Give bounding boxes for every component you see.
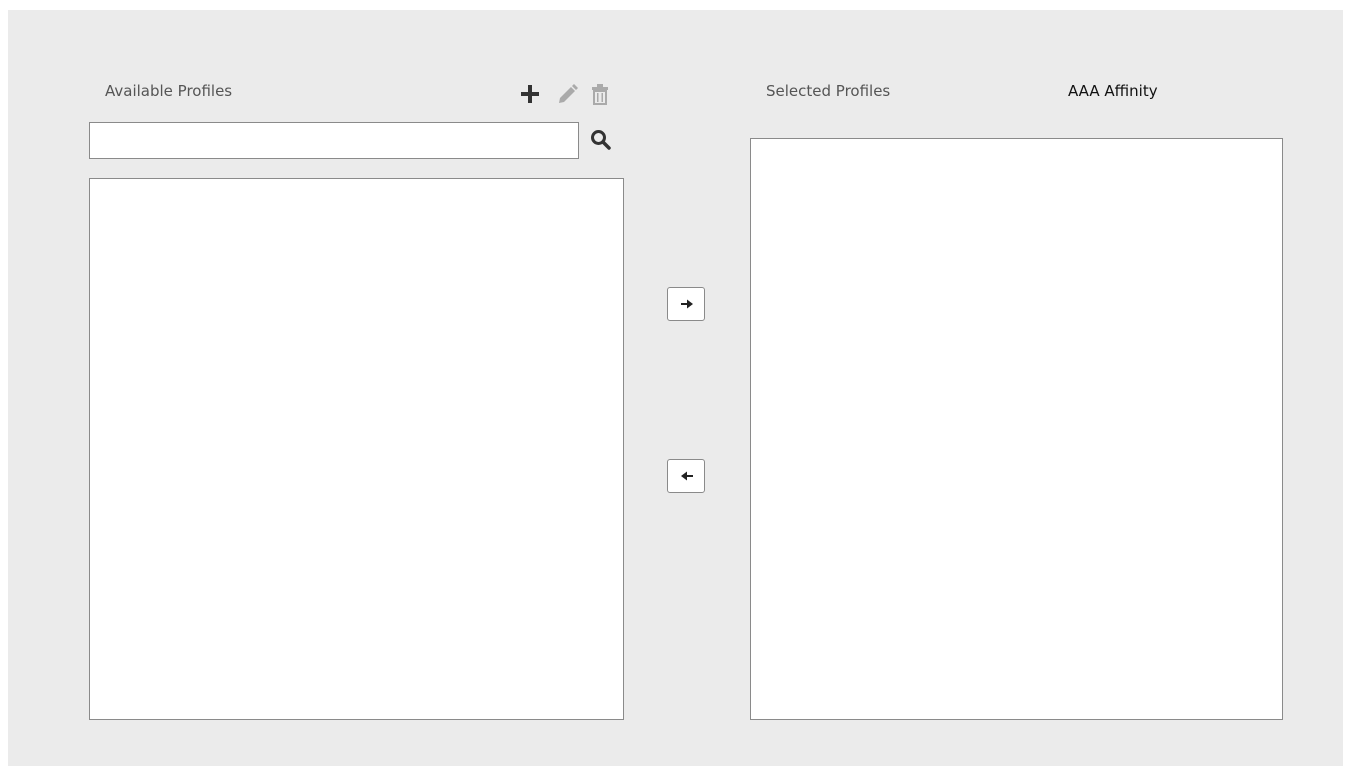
selected-profiles-label: Selected Profiles bbox=[766, 82, 891, 100]
aaa-affinity-header: AAA Affinity bbox=[1068, 82, 1158, 100]
available-profiles-label: Available Profiles bbox=[105, 82, 233, 100]
trash-icon[interactable] bbox=[590, 83, 610, 109]
plus-icon[interactable] bbox=[520, 84, 540, 108]
remove-from-selected-button[interactable] bbox=[667, 459, 705, 493]
arrow-left-icon bbox=[681, 471, 693, 481]
search-icon[interactable] bbox=[590, 129, 612, 155]
add-to-selected-button[interactable] bbox=[667, 287, 705, 321]
arrow-right-icon bbox=[681, 299, 693, 309]
pencil-icon[interactable] bbox=[556, 84, 578, 108]
selected-profiles-list[interactable] bbox=[750, 138, 1283, 720]
search-input[interactable] bbox=[89, 122, 579, 159]
available-profiles-list[interactable] bbox=[89, 178, 624, 720]
